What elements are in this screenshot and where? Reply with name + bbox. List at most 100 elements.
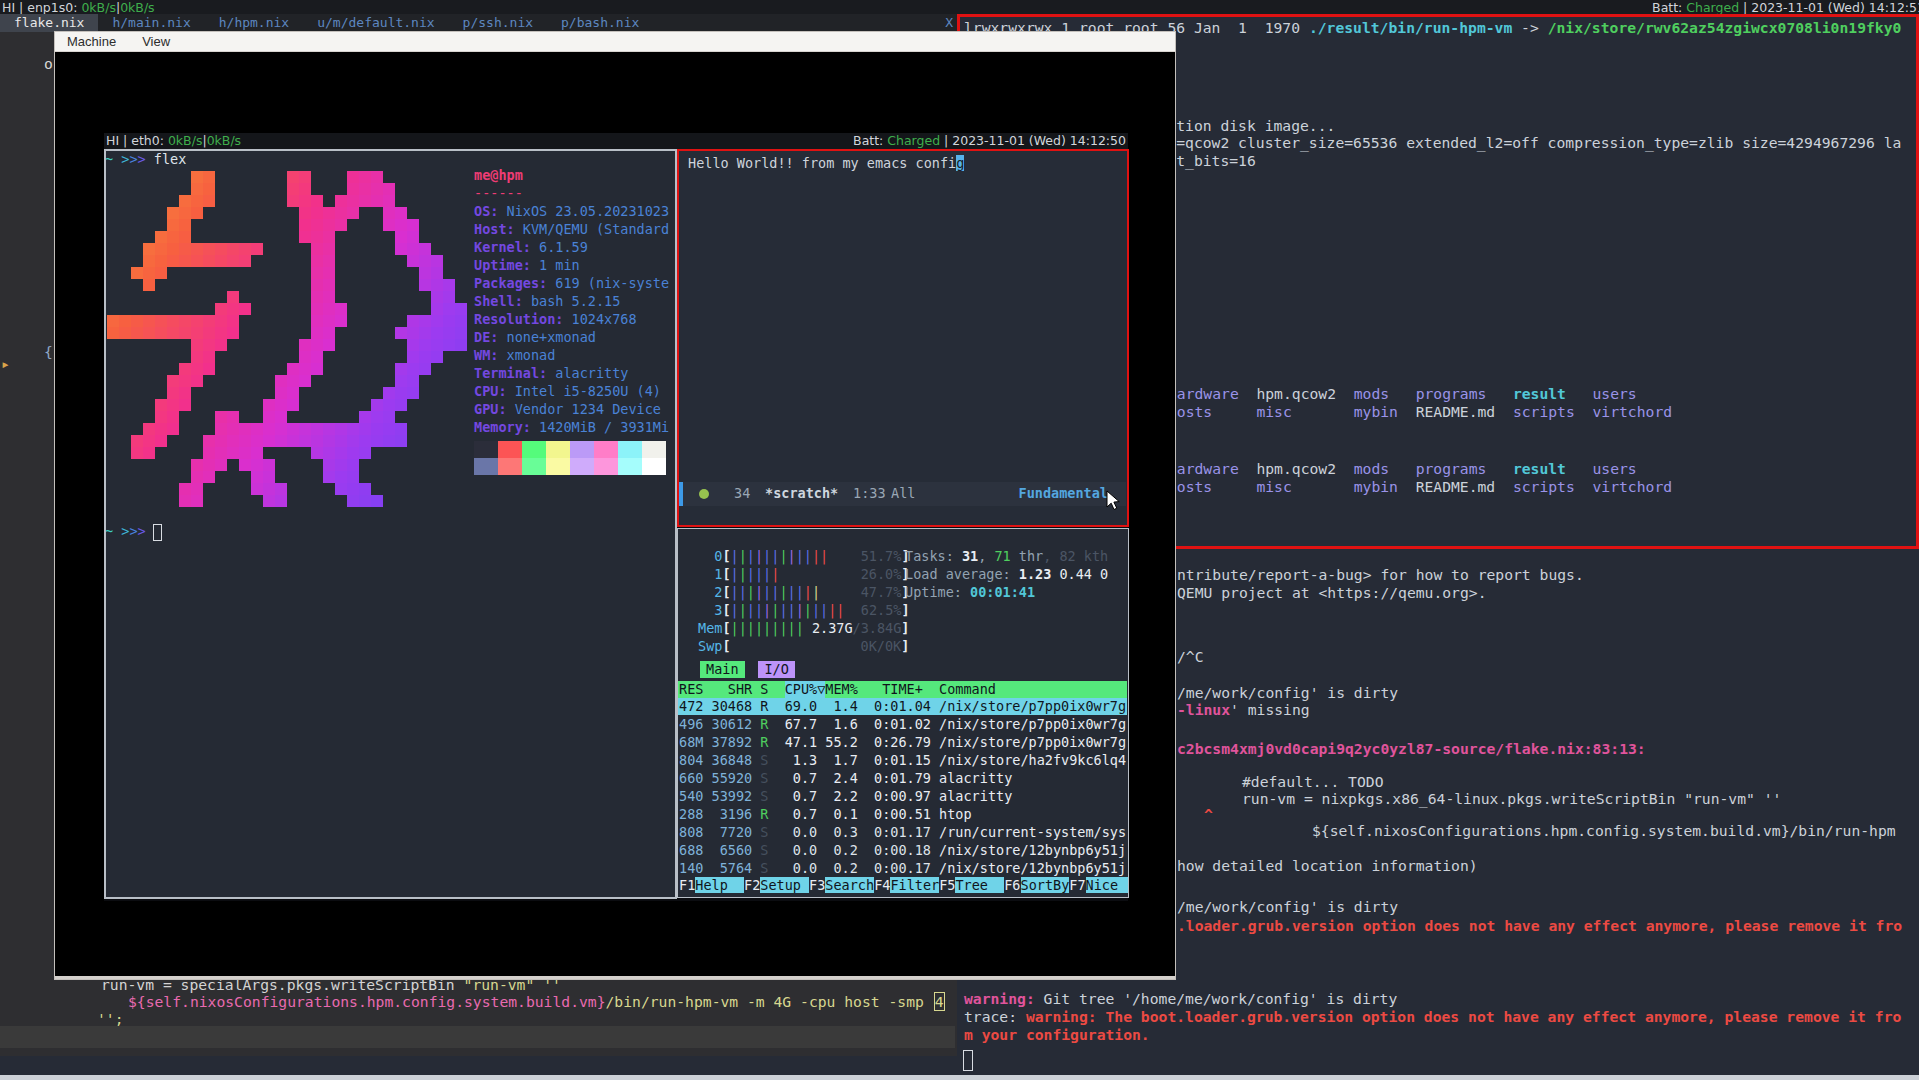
terminal-line: c2bcsm4xmj0vd0capi9q2yc0yzl87-source/fla… bbox=[1177, 740, 1646, 757]
emacs-modeline: flake.nix 84,96-104 75% bbox=[0, 1026, 955, 1048]
htop-meter: Mem[||||||||| 2.37G/3.84G] bbox=[698, 620, 910, 637]
modeline-accent-bar bbox=[679, 482, 683, 506]
terminal-line: QEMU project at <https://qemu.org>. bbox=[1177, 584, 1487, 601]
htop-tasks-line: Load average: 1.23 0.44 0 bbox=[905, 566, 1108, 583]
terminal-line: hosts misc mybin README.md scripts virtc… bbox=[1168, 403, 1672, 420]
terminal-line: hardware hpm.qcow2 mods programs result … bbox=[1168, 385, 1637, 402]
terminal-line: /^C bbox=[1177, 648, 1204, 665]
tab-item[interactable]: h/main.nix bbox=[98, 14, 204, 32]
process-row[interactable]: 472 30468 R 69.0 1.4 0:01.04 /nix/store/… bbox=[679, 698, 1126, 715]
palette-swatch bbox=[522, 458, 546, 475]
palette-swatch bbox=[618, 441, 642, 458]
vm-htop-window[interactable]: 0[|||||||||||| 51.7%] 1[|||||| 26.0%] 2[… bbox=[677, 528, 1129, 898]
terminal-line: how detailed location information) bbox=[1177, 857, 1478, 874]
terminal-line: run-vm = nixpkgs.x86_64-linux.pkgs.write… bbox=[1242, 790, 1781, 807]
terminal-line: ~ >>> flex bbox=[105, 151, 186, 168]
tab-item[interactable]: u/m/default.nix bbox=[303, 14, 448, 32]
process-row[interactable]: 68M 37892 R 47.1 55.2 0:26.79 /nix/store… bbox=[679, 734, 1126, 751]
fkey-f2[interactable]: F2 bbox=[744, 877, 760, 893]
palette-swatch bbox=[498, 458, 522, 475]
neofetch-line: Resolution: 1024x768 bbox=[474, 311, 637, 328]
fkey-f1[interactable]: F1 bbox=[679, 877, 695, 893]
tab-item[interactable]: h/hpm.nix bbox=[205, 14, 303, 32]
tab-item[interactable]: p/bash.nix bbox=[547, 14, 653, 32]
neofetch-line: Terminal: alacritty bbox=[474, 365, 628, 382]
process-row[interactable]: 540 53992 S 0.7 2.2 0:00.97 alacritty bbox=[679, 788, 1012, 805]
nixos-logo bbox=[107, 171, 467, 507]
qemu-window[interactable]: Machine View HI | eth0: 0kB/s|0kB/s Batt:… bbox=[54, 31, 1176, 980]
menu-item-view[interactable]: View bbox=[142, 34, 170, 49]
process-row[interactable]: 140 5764 S 0.0 0.2 0:00.17 /nix/store/12… bbox=[679, 860, 1126, 877]
process-row[interactable]: 808 7720 S 0.0 0.3 0:01.17 /run/current-… bbox=[679, 824, 1126, 841]
fkey-label[interactable]: Nice - bbox=[1086, 877, 1129, 893]
menu-item-machine[interactable]: Machine bbox=[67, 34, 116, 49]
fkey-label[interactable]: Search bbox=[825, 877, 874, 893]
neofetch-line: me@hpm bbox=[474, 167, 523, 184]
palette-swatch bbox=[546, 458, 570, 475]
tab-item[interactable]: p/ssh.nix bbox=[449, 14, 547, 32]
vm-status-bar: HI | eth0: 0kB/s|0kB/s Batt: Charged | 2… bbox=[104, 133, 1128, 149]
neofetch-line: Kernel: 6.1.59 bbox=[474, 239, 588, 256]
buffer-mode: Fundamental bbox=[1019, 485, 1108, 501]
palette-swatch bbox=[474, 458, 498, 475]
palette-swatch bbox=[522, 441, 546, 458]
fkey-f3[interactable]: F3 bbox=[809, 877, 825, 893]
neofetch-line: Uptime: 1 min bbox=[474, 257, 580, 274]
tab-active[interactable]: flake.nix bbox=[0, 14, 98, 32]
terminal-line: /me/work/config' is dirty bbox=[1177, 898, 1398, 915]
palette-swatch bbox=[546, 441, 570, 458]
htop-function-key-bar: F1Help F2Setup F3SearchF4FilterF5Tree F6… bbox=[679, 877, 1129, 893]
fkey-f5[interactable]: F5 bbox=[939, 877, 955, 893]
neofetch-line: Shell: bash 5.2.15 bbox=[474, 293, 620, 310]
process-row[interactable]: 496 30612 R 67.7 1.6 0:01.02 /nix/store/… bbox=[679, 716, 1126, 733]
fkey-label[interactable]: Filter bbox=[890, 877, 939, 893]
terminal-line: hosts misc mybin README.md scripts virtc… bbox=[1168, 478, 1672, 495]
fkey-f7[interactable]: F7 bbox=[1069, 877, 1085, 893]
fkey-label[interactable]: Tree bbox=[955, 877, 1004, 893]
vm-emacs-modeline: 34 *scratch* 1:33 All Fundamental bbox=[679, 482, 1126, 506]
vm-terminal-window[interactable]: ~ >>> flex~ >>>me@hpm------OS: NixOS 23.… bbox=[104, 149, 677, 899]
buffer-glyph: ▸ bbox=[1, 355, 10, 372]
palette-swatch bbox=[642, 458, 666, 475]
qemu-menu-bar: Machine View bbox=[55, 32, 1175, 52]
fkey-f4[interactable]: F4 bbox=[874, 877, 890, 893]
terminal-line: -linux' missing bbox=[1177, 701, 1310, 718]
fkey-f6[interactable]: F6 bbox=[1004, 877, 1020, 893]
htop-meter: Swp[ 0K/0K] bbox=[698, 638, 909, 655]
process-row[interactable]: 688 6560 S 0.0 0.2 0:00.18 /nix/store/12… bbox=[679, 842, 1126, 859]
neofetch-line: Memory: 1420MiB / 3931Mi bbox=[474, 419, 669, 436]
terminal-line: m your configuration. bbox=[964, 1026, 1150, 1043]
htop-meter: 2[||||||||||| 47.7%] bbox=[698, 584, 910, 601]
code-line: ''; bbox=[97, 1010, 124, 1026]
fkey-label[interactable]: Setup bbox=[760, 877, 809, 893]
qemu-window-frame-bottom bbox=[55, 976, 1175, 979]
tab-close-button[interactable]: X bbox=[945, 14, 953, 32]
host-status-right: Batt: Charged | 2023-11-01 (Wed) 14:12:5… bbox=[1652, 0, 1919, 15]
htop-tasks-line: Tasks: 31, 71 thr, 82 kth bbox=[905, 548, 1108, 565]
vm-status-left: HI | eth0: 0kB/s|0kB/s bbox=[106, 133, 241, 148]
palette-swatch bbox=[570, 458, 594, 475]
palette-swatch bbox=[642, 441, 666, 458]
process-row[interactable]: 804 36848 S 1.3 1.7 0:01.15 /nix/store/h… bbox=[679, 752, 1126, 769]
host-status-bar: HI | enp1s0: 0kB/s|0kB/s Batt: Charged |… bbox=[0, 0, 1919, 14]
htop-selected-row[interactable]: 472 30468 R 69.0 1.4 0:01.04 /nix/store/… bbox=[678, 698, 1127, 715]
buffer-glyph: o bbox=[44, 55, 53, 72]
terminal-line: trace: warning: The boot.loader.grub.ver… bbox=[964, 1008, 1901, 1025]
terminal-line: ^ bbox=[1204, 806, 1213, 823]
fkey-label[interactable]: SortBy bbox=[1021, 877, 1070, 893]
process-row[interactable]: 288 3196 R 0.7 0.1 0:00.51 htop bbox=[679, 806, 972, 823]
emacs-tab-bar: flake.nixh/main.nixh/hpm.nixu/m/default.… bbox=[0, 14, 957, 32]
htop-tab-io[interactable]: I/O bbox=[758, 661, 794, 678]
palette-swatch bbox=[594, 458, 618, 475]
htop-tab-main[interactable]: Main bbox=[700, 661, 745, 678]
desktop-root-strip bbox=[0, 1056, 957, 1075]
palette-swatch bbox=[618, 458, 642, 475]
htop-meter: 0[|||||||||||| 51.7%] bbox=[698, 548, 910, 565]
htop-header-row: RES SHR S CPU%▽MEM% TIME+ Command bbox=[678, 681, 1127, 698]
fkey-label[interactable]: Help bbox=[695, 877, 744, 893]
terminal-cursor bbox=[963, 1050, 973, 1071]
htop-meter: 1[|||||| 26.0%] bbox=[698, 566, 909, 583]
process-row[interactable]: 660 55920 S 0.7 2.4 0:01.79 alacritty bbox=[679, 770, 1012, 787]
vm-emacs-window[interactable]: 34 *scratch* 1:33 All Fundamental Hello … bbox=[677, 149, 1129, 527]
emacs-minibuffer[interactable] bbox=[0, 1048, 955, 1056]
